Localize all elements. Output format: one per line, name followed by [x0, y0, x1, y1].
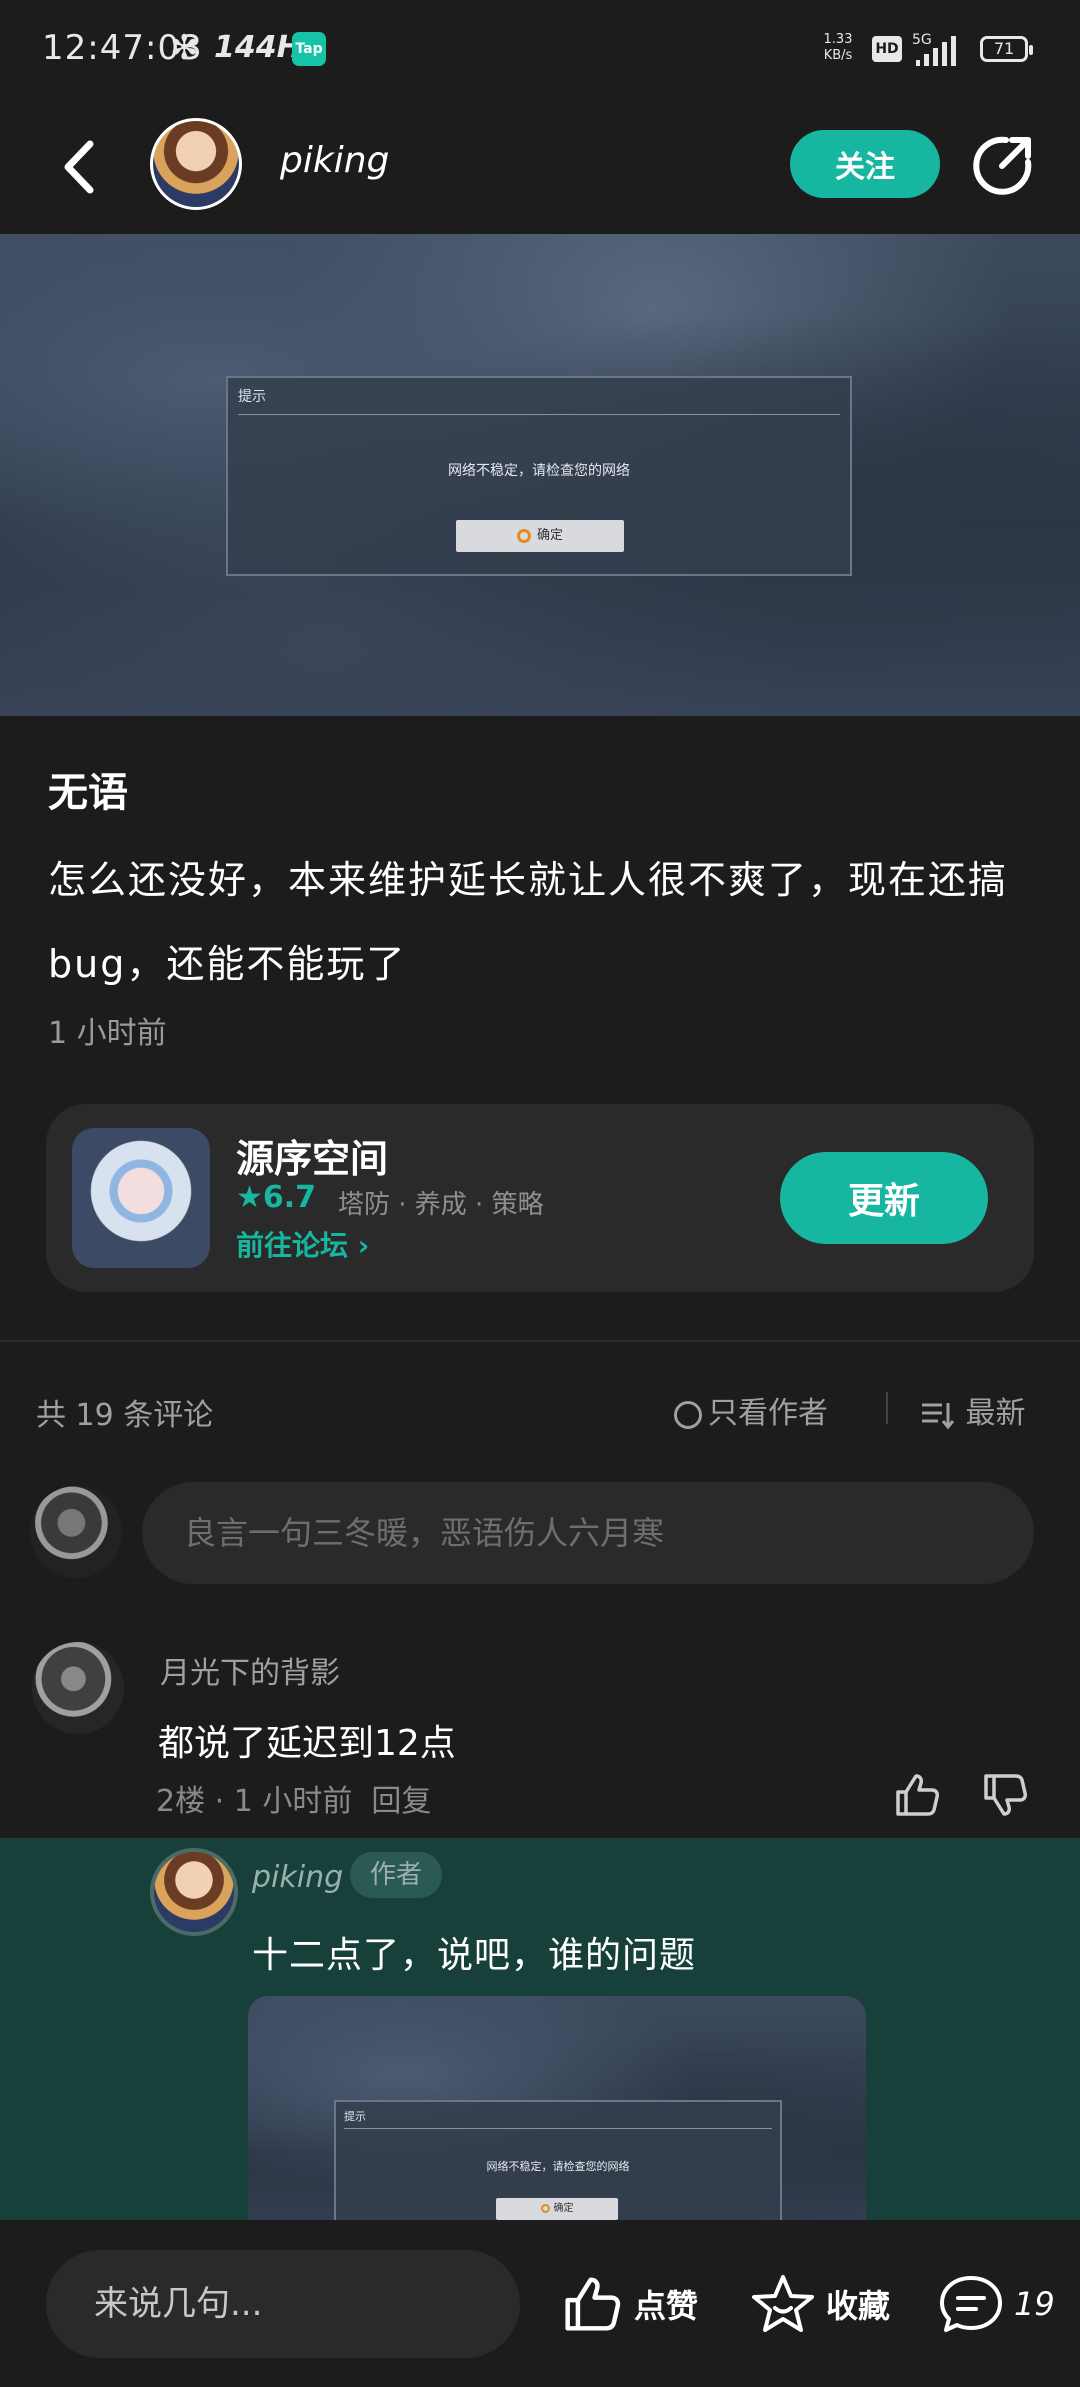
game-icon[interactable]	[72, 1128, 210, 1268]
favorite-button[interactable]: 收藏	[750, 2270, 890, 2338]
post-title: 无语	[48, 770, 128, 816]
only-author-label[interactable]: 只看作者	[708, 1396, 828, 1431]
network-type: 5G	[912, 32, 932, 48]
reply-button[interactable]: 回复	[371, 1784, 431, 1819]
author-avatar[interactable]	[150, 118, 242, 210]
comment-count: 共 19 条评论	[36, 1398, 214, 1433]
comment-like-button[interactable]	[892, 1770, 942, 1820]
follow-button[interactable]: 关注	[790, 130, 940, 198]
divider	[886, 1392, 888, 1424]
hd-icon: HD	[872, 36, 902, 62]
share-button[interactable]	[972, 132, 1036, 196]
comment-count-label[interactable]: 19	[1014, 2285, 1055, 2323]
forum-link[interactable]: 前往论坛 ›	[236, 1224, 369, 1264]
chevron-right-icon: ›	[357, 1229, 370, 1262]
comment-input[interactable]	[142, 1482, 1034, 1584]
dialog-title: 提示	[344, 2110, 366, 2123]
dialog-divider	[238, 414, 840, 415]
warning-icon	[516, 528, 531, 543]
reply-image[interactable]: 提示 网络不稳定，请检查您的网络 确定	[248, 1996, 866, 2256]
game-tags: 塔防 · 养成 · 策略	[338, 1190, 544, 1220]
thumbs-down-icon	[984, 1774, 1027, 1816]
comment-text: 都说了延迟到12点	[158, 1723, 456, 1764]
warning-icon	[540, 2203, 550, 2213]
thumbs-up-icon	[565, 2277, 621, 2331]
favorite-label[interactable]: 收藏	[826, 2281, 890, 2327]
share-icon	[973, 136, 1032, 195]
divider	[0, 1340, 1080, 1342]
like-post-button[interactable]: 点赞	[560, 2270, 698, 2338]
battery-icon: 71	[980, 36, 1033, 62]
comment-floor-time: 2楼 · 1 小时前	[156, 1784, 353, 1819]
comment-bubble-icon	[940, 2276, 1002, 2332]
star-outline-icon	[752, 2275, 814, 2332]
author-name[interactable]: piking	[280, 140, 389, 181]
only-author-toggle[interactable]: 只看作者	[674, 1388, 828, 1432]
network-speed-value: 1.33	[823, 32, 853, 47]
signal-icon: 5G	[912, 30, 972, 74]
image-error-dialog: 提示 网络不稳定，请检查您的网络 确定	[226, 376, 852, 576]
comment-meta: 2楼 · 1 小时前 回复	[156, 1776, 431, 1820]
back-button[interactable]	[50, 132, 110, 202]
game-name[interactable]: 源序空间	[236, 1128, 388, 1183]
network-speed: 1.33 KB/s	[820, 32, 856, 64]
dialog-ok-button: 确定	[456, 520, 624, 552]
game-rating: ★6.7	[236, 1180, 316, 1215]
commenter-avatar[interactable]	[32, 1642, 124, 1734]
dialog-ok-label: 确定	[553, 2203, 574, 2214]
post-image[interactable]: 提示 网络不稳定，请检查您的网络 确定	[0, 234, 1080, 716]
fan-icon: ✻	[170, 28, 199, 68]
dialog-message: 网络不稳定，请检查您的网络	[486, 2160, 630, 2173]
battery-level: 71	[993, 39, 1015, 58]
forum-link-label[interactable]: 前往论坛	[236, 1229, 348, 1262]
commenter-name[interactable]: 月光下的背影	[160, 1648, 340, 1692]
user-avatar	[30, 1486, 122, 1578]
like-label[interactable]: 点赞	[634, 2281, 698, 2327]
author-badge: 作者	[350, 1852, 442, 1898]
dialog-divider	[344, 2128, 772, 2129]
dialog-ok-button: 确定	[496, 2198, 618, 2220]
thumbs-up-icon	[896, 1774, 939, 1816]
star-icon: ★	[236, 1180, 263, 1215]
post-time: 1 小时前	[48, 1016, 167, 1051]
sort-button[interactable]: 最新	[920, 1388, 1026, 1432]
back-arrow-icon	[64, 140, 94, 194]
taptap-app-icon: Tap	[292, 32, 326, 66]
game-rating-value: 6.7	[262, 1180, 317, 1215]
update-button[interactable]: 更新	[780, 1152, 988, 1244]
dialog-message: 网络不稳定，请检查您的网络	[448, 463, 630, 479]
sort-label[interactable]: 最新	[966, 1396, 1026, 1431]
network-speed-unit: KB/s	[823, 48, 853, 63]
dialog-title: 提示	[238, 389, 266, 405]
dialog-ok-label: 确定	[536, 528, 563, 543]
radio-circle-icon[interactable]	[674, 1400, 702, 1429]
quick-comment-input[interactable]	[46, 2250, 520, 2358]
post-body: 怎么还没好，本来维护延长就让人很不爽了，现在还搞bug，还能不能玩了	[48, 858, 1009, 986]
comment-dislike-button[interactable]	[980, 1770, 1030, 1820]
reply-text: 十二点了，说吧，谁的问题	[252, 1935, 697, 1976]
comments-button[interactable]: 19	[938, 2270, 1055, 2338]
reply-author-avatar[interactable]	[150, 1848, 238, 1936]
sort-icon	[922, 1402, 955, 1429]
reply-author-name[interactable]: piking	[252, 1860, 343, 1895]
